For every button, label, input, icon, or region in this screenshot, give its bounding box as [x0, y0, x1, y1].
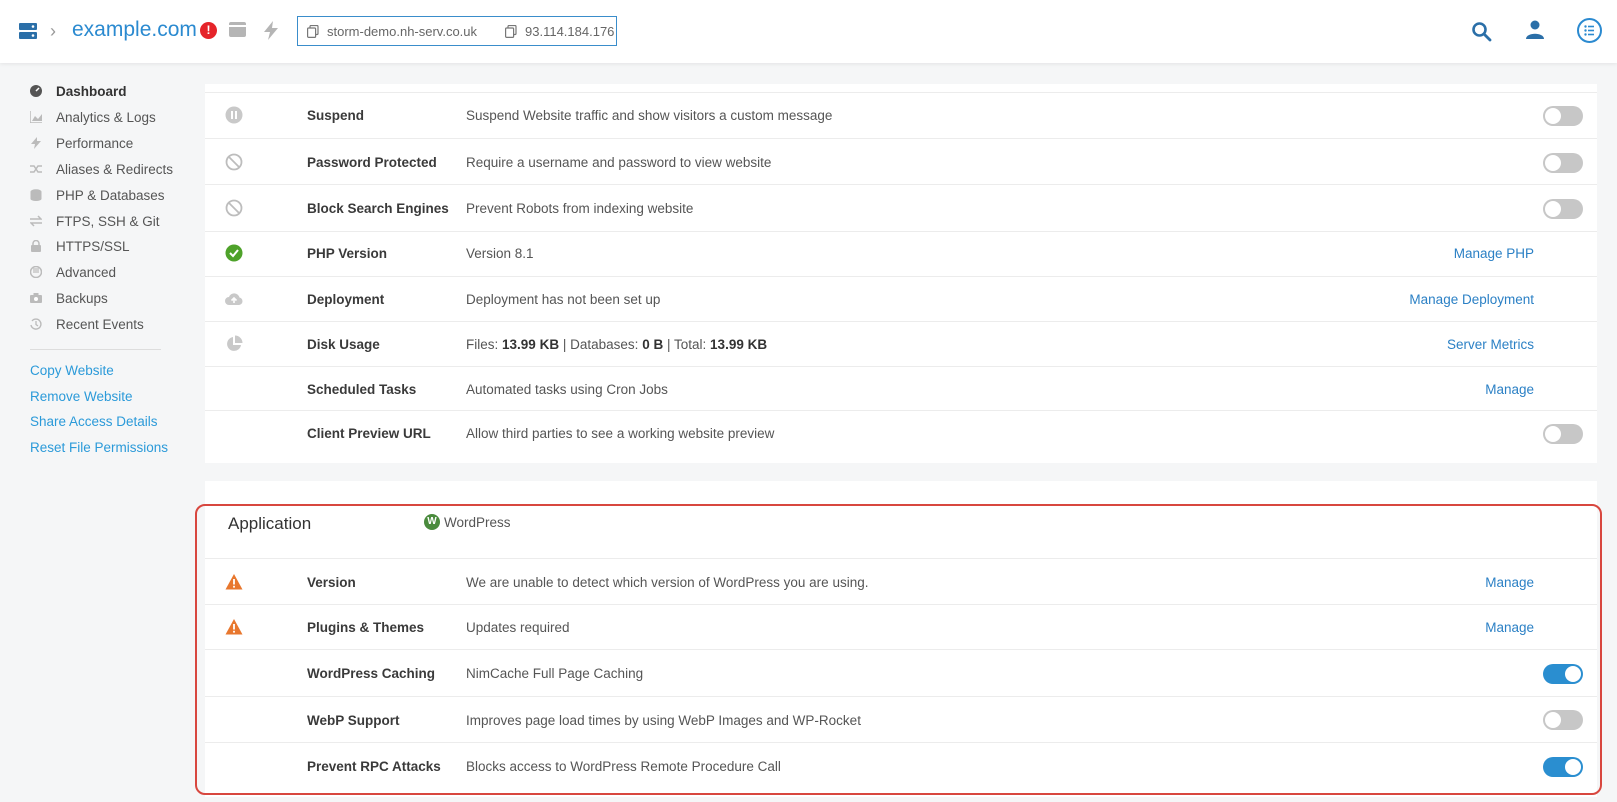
setting-name: Block Search Engines: [307, 201, 449, 216]
setting-row-block-search-engines: Block Search Engines Prevent Robots from…: [205, 184, 1597, 231]
sidebar-item-analytics[interactable]: Analytics & Logs: [30, 107, 156, 127]
hostname-text: storm-demo.nh-serv.co.uk: [327, 24, 478, 39]
password-protected-toggle[interactable]: [1543, 153, 1583, 173]
setting-name: Password Protected: [307, 155, 437, 170]
setting-row-client-preview-url: Client Preview URL Allow third parties t…: [205, 410, 1597, 456]
block-icon: [225, 153, 243, 171]
sidebar-item-performance[interactable]: Performance: [30, 133, 133, 153]
sidebar-item-advanced[interactable]: Advanced: [30, 262, 116, 282]
chart-icon: [30, 111, 42, 123]
database-icon: [30, 189, 42, 201]
lock-icon: [31, 240, 41, 252]
sidebar-item-php-databases[interactable]: PHP & Databases: [30, 185, 165, 205]
advanced-icon: [30, 266, 42, 278]
setting-name: Scheduled Tasks: [307, 382, 417, 397]
databases-size: 0 B: [642, 337, 664, 352]
block-search-engines-toggle[interactable]: [1543, 199, 1583, 219]
setting-description: Allow third parties to see a working web…: [466, 426, 775, 441]
highlight-frame: [195, 504, 1602, 795]
setting-name: Suspend: [307, 108, 365, 123]
sidebar-item-label: Backups: [56, 290, 108, 306]
setting-row-suspend: Suspend Suspend Website traffic and show…: [205, 92, 1597, 138]
server-metrics-link[interactable]: Server Metrics: [1447, 337, 1534, 352]
search-icon[interactable]: [1471, 21, 1492, 42]
bolt-icon: [31, 137, 41, 149]
shuffle-icon: [30, 165, 42, 173]
share-access-details-link[interactable]: Share Access Details: [30, 414, 158, 429]
setting-description: Suspend Website traffic and show visitor…: [466, 108, 833, 123]
pause-icon: [225, 106, 243, 124]
setting-description: Version 8.1: [466, 246, 534, 261]
client-preview-url-toggle[interactable]: [1543, 424, 1583, 444]
sidebar-item-ftps[interactable]: FTPS, SSH & Git: [30, 211, 160, 231]
cloud-upload-icon: [225, 293, 243, 305]
sidebar-item-dashboard[interactable]: Dashboard: [30, 81, 127, 101]
manage-php-link[interactable]: Manage PHP: [1454, 246, 1534, 261]
check-icon: [225, 244, 243, 262]
sidebar-item-aliases[interactable]: Aliases & Redirects: [30, 159, 173, 179]
transfer-icon: [30, 215, 42, 227]
setting-description: Deployment has not been set up: [466, 292, 661, 307]
menu-list-icon[interactable]: [1577, 18, 1602, 43]
sidebar-item-label: Aliases & Redirects: [56, 161, 174, 177]
sidebar-item-recent-events[interactable]: Recent Events: [30, 314, 144, 334]
setting-row-scheduled-tasks: Scheduled Tasks Automated tasks using Cr…: [205, 366, 1597, 410]
sidebar-item-label: Advanced: [56, 264, 117, 280]
setting-row-password-protected: Password Protected Require a username an…: [205, 138, 1597, 184]
sidebar-item-label: Performance: [56, 135, 134, 151]
setting-name: Disk Usage: [307, 337, 380, 352]
setting-name: PHP Version: [307, 246, 388, 261]
setting-description: Prevent Robots from indexing website: [466, 201, 694, 216]
settings-panel: Suspend Suspend Website traffic and show…: [205, 84, 1597, 463]
setting-name: Client Preview URL: [307, 426, 431, 441]
dashboard-icon: [30, 85, 42, 97]
history-icon: [30, 318, 42, 330]
pie-icon: [227, 335, 243, 351]
sidebar-item-label: Recent Events: [56, 316, 144, 332]
servers-icon[interactable]: [19, 22, 37, 40]
remove-website-link[interactable]: Remove Website: [30, 389, 133, 404]
ip-address-text: 93.114.184.176: [525, 24, 615, 39]
disk-usage-summary: Files: 13.99 KB | Databases: 0 B | Total…: [466, 337, 768, 352]
setting-description: Require a username and password to view …: [466, 155, 772, 170]
sidebar-item-https[interactable]: HTTPS/SSL: [30, 236, 130, 256]
alert-badge[interactable]: !: [200, 22, 217, 39]
site-domain[interactable]: example.com: [72, 18, 197, 42]
setting-description: Automated tasks using Cron Jobs: [466, 382, 668, 397]
chevron-right-icon: ›: [50, 21, 56, 41]
copy-website-link[interactable]: Copy Website: [30, 363, 114, 378]
sidebar-item-label: PHP & Databases: [56, 187, 165, 203]
server-info-box: storm-demo.nh-serv.co.uk 93.114.184.176: [297, 16, 617, 46]
sidebar-item-label: HTTPS/SSL: [56, 238, 130, 254]
sidebar-divider: [30, 349, 161, 350]
user-icon[interactable]: [1526, 20, 1544, 40]
block-icon: [225, 199, 243, 217]
sidebar-item-label: Dashboard: [56, 83, 127, 99]
sidebar-item-label: FTPS, SSH & Git: [56, 213, 160, 229]
setting-row-deployment: Deployment Deployment has not been set u…: [205, 276, 1597, 321]
setting-row-php-version: PHP Version Version 8.1 Manage PHP: [205, 231, 1597, 276]
manage-deployment-link[interactable]: Manage Deployment: [1409, 292, 1534, 307]
total-size: 13.99 KB: [710, 337, 768, 352]
reset-file-permissions-link[interactable]: Reset File Permissions: [30, 440, 168, 455]
setting-row-disk-usage: Disk Usage Files: 13.99 KB | Databases: …: [205, 321, 1597, 366]
setting-name: Deployment: [307, 292, 385, 307]
files-size: 13.99 KB: [502, 337, 560, 352]
camera-icon: [30, 293, 42, 303]
top-bar: › example.com ! storm-demo.nh-serv.co.uk…: [0, 0, 1617, 63]
bolt-icon[interactable]: [263, 21, 279, 40]
card-icon[interactable]: [229, 22, 246, 37]
sidebar-item-backups[interactable]: Backups: [30, 288, 108, 308]
sidebar-item-label: Analytics & Logs: [56, 109, 156, 125]
copy-icon[interactable]: [505, 25, 517, 38]
suspend-toggle[interactable]: [1543, 106, 1583, 126]
manage-scheduled-tasks-link[interactable]: Manage: [1485, 382, 1534, 397]
copy-icon[interactable]: [307, 25, 319, 38]
